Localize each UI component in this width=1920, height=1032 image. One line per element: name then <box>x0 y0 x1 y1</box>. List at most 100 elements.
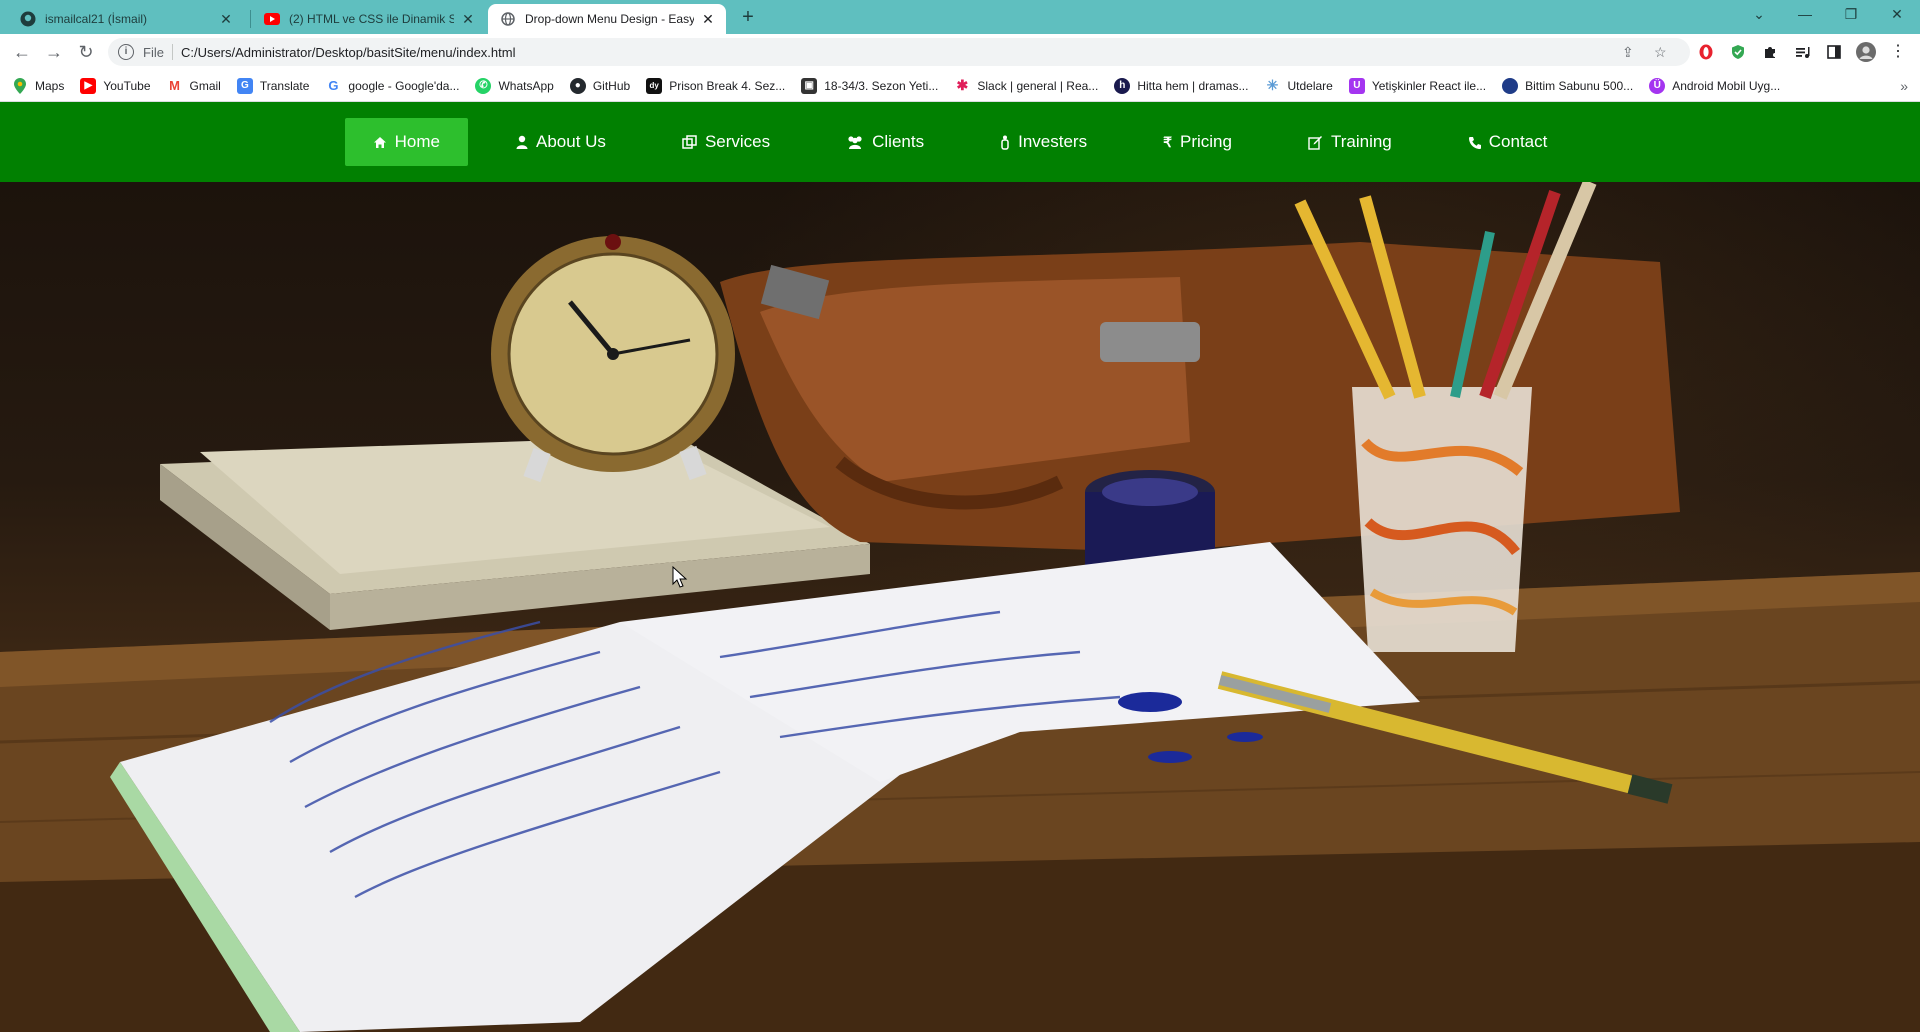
bookmark-github[interactable]: ● GitHub <box>569 77 631 94</box>
main-navbar: Home About Us Services Clients Investers… <box>0 102 1920 182</box>
bookmark-label: WhatsApp <box>498 78 554 93</box>
phone-icon <box>1468 136 1481 149</box>
minimize-icon[interactable]: — <box>1782 0 1828 30</box>
github-icon: ● <box>569 77 586 94</box>
bookmark-prison-break[interactable]: dy Prison Break 4. Sez... <box>646 77 786 94</box>
bookmark-gmail[interactable]: M Gmail <box>167 78 221 94</box>
edit-icon <box>1308 135 1323 150</box>
browser-toolbar: ← → ↻ i File C:/Users/Administrator/Desk… <box>0 34 1920 70</box>
nav-investers[interactable]: Investers <box>972 118 1115 166</box>
bookmark-label: Utdelare <box>1287 78 1333 93</box>
nav-clients[interactable]: Clients <box>818 118 952 166</box>
nav-home[interactable]: Home <box>344 118 468 166</box>
bookmark-label: Yetişkinler React ile... <box>1371 78 1487 93</box>
user-icon <box>516 135 528 149</box>
bookmark-sabun[interactable]: Bittim Sabunu 500... <box>1502 77 1634 94</box>
close-tab-icon[interactable]: ✕ <box>218 11 234 28</box>
bookmark-label: Bittim Sabunu 500... <box>1525 78 1634 93</box>
share-icon[interactable]: ⇪ <box>1622 38 1634 66</box>
youtube-icon <box>264 11 280 27</box>
dizi-icon: dy <box>646 77 663 94</box>
bookmark-label: Slack | general | Rea... <box>977 78 1099 93</box>
bookmark-youtube[interactable]: ▶ YouTube <box>80 77 151 94</box>
close-tab-icon[interactable]: ✕ <box>460 11 476 28</box>
desk-still-life-image <box>0 182 1920 1032</box>
pencil-cup <box>1352 387 1532 652</box>
google-icon: G <box>328 78 339 93</box>
tab-title: ismailcal21 (İsmail) <box>45 12 148 26</box>
side-panel-icon[interactable] <box>1824 42 1844 62</box>
nav-label: Training <box>1330 132 1392 151</box>
nav-label: Clients <box>872 132 925 151</box>
bookmark-label: Maps <box>35 78 65 93</box>
bookmark-google-search[interactable]: Ggoogle - Google'da... <box>325 78 459 94</box>
close-window-icon[interactable]: ✕ <box>1874 0 1920 30</box>
clone-icon <box>682 134 697 150</box>
bookmark-label: Prison Break 4. Sez... <box>669 78 786 93</box>
tab-youtube[interactable]: (2) HTML ve CSS ile Dinamik Slider ✕ <box>252 4 486 34</box>
globe-icon <box>500 11 516 27</box>
bookmark-maps[interactable]: Maps <box>12 77 65 94</box>
nav-about-us[interactable]: About Us <box>488 118 634 166</box>
bookmarks-bar: Maps ▶ YouTube M Gmail G Translate Ggoogle … <box>0 70 1920 102</box>
close-tab-icon[interactable]: ✕ <box>700 11 716 28</box>
bookmark-hitta[interactable]: h Hitta hem | dramas... <box>1114 77 1249 94</box>
extensions-puzzle-icon[interactable] <box>1760 42 1780 62</box>
opera-extension-icon[interactable] <box>1696 42 1716 62</box>
tab-separator <box>250 10 251 28</box>
slack-icon: ✱ <box>956 77 969 93</box>
tab-title: Drop-down Menu Design - Easy <box>525 12 694 26</box>
media-control-icon[interactable] <box>1792 42 1812 62</box>
bookmark-label: YouTube <box>103 78 151 93</box>
sabun-icon <box>1502 77 1519 94</box>
nav-services[interactable]: Services <box>654 118 798 166</box>
bookmark-star-icon[interactable]: ☆ <box>1654 38 1667 66</box>
rupee-icon: ₹ <box>1163 133 1172 150</box>
tab-active-page[interactable]: Drop-down Menu Design - Easy ✕ <box>488 4 726 34</box>
bookmark-label: Translate <box>259 78 310 93</box>
bookmark-label: GitHub <box>592 78 631 93</box>
image-icon: ▣ <box>801 77 818 94</box>
bookmark-utdelare[interactable]: ✳ Utdelare <box>1264 77 1333 94</box>
site-info-icon[interactable]: i <box>118 44 134 60</box>
address-url[interactable]: C:/Users/Administrator/Desktop/basitSite… <box>181 45 516 60</box>
tab-search-icon[interactable]: ⌄ <box>1736 0 1782 30</box>
shield-extension-icon[interactable] <box>1728 42 1748 62</box>
back-icon[interactable]: ← <box>10 40 34 64</box>
bookmark-whatsapp[interactable]: ✆ WhatsApp <box>475 77 554 94</box>
address-bar[interactable]: i File C:/Users/Administrator/Desktop/ba… <box>108 38 1690 66</box>
github-icon <box>20 11 36 27</box>
translate-icon: G <box>236 77 253 94</box>
tab-github[interactable]: ismailcal21 (İsmail) ✕ <box>8 4 244 34</box>
hitta-icon: h <box>1114 77 1131 94</box>
nav-label: Investers <box>1018 132 1088 151</box>
bookmark-label: google - Google'da... <box>348 78 460 93</box>
utdelare-icon: ✳ <box>1266 77 1279 93</box>
bookmark-18-34[interactable]: ▣ 18-34/3. Sezon Yeti... <box>801 77 939 94</box>
new-tab-button[interactable]: + <box>736 6 760 30</box>
restore-icon[interactable]: ❐ <box>1828 0 1874 30</box>
bookmark-label: Hitta hem | dramas... <box>1137 78 1249 93</box>
more-bookmarks-icon[interactable]: » <box>1900 78 1908 94</box>
browser-menu-icon[interactable]: ⋮ <box>1888 42 1908 62</box>
bookmark-react-course[interactable]: U Yetişkinler React ile... <box>1348 77 1487 94</box>
tab-title: (2) HTML ve CSS ile Dinamik Slider <box>289 12 454 26</box>
nav-pricing[interactable]: ₹ Pricing <box>1135 118 1260 166</box>
bookmark-label: 18-34/3. Sezon Yeti... <box>824 78 939 93</box>
home-icon <box>373 136 387 149</box>
profile-avatar-icon[interactable] <box>1856 42 1876 62</box>
maps-icon <box>12 77 28 94</box>
address-scheme: File <box>143 44 164 60</box>
nav-training[interactable]: Training <box>1280 118 1420 166</box>
bookmark-android[interactable]: Ü Android Mobil Uyg... <box>1649 77 1780 94</box>
bookmark-label: Gmail <box>189 78 221 93</box>
bookmark-translate[interactable]: G Translate <box>236 77 310 94</box>
bookmark-slack[interactable]: ✱ Slack | general | Rea... <box>954 77 1099 94</box>
reload-icon[interactable]: ↻ <box>74 40 98 64</box>
investors-icon <box>1000 135 1010 150</box>
users-icon <box>846 135 864 149</box>
forward-icon[interactable]: → <box>42 40 66 64</box>
nav-contact[interactable]: Contact <box>1440 118 1576 166</box>
address-divider <box>171 44 173 60</box>
nav-label: About Us <box>536 132 606 151</box>
